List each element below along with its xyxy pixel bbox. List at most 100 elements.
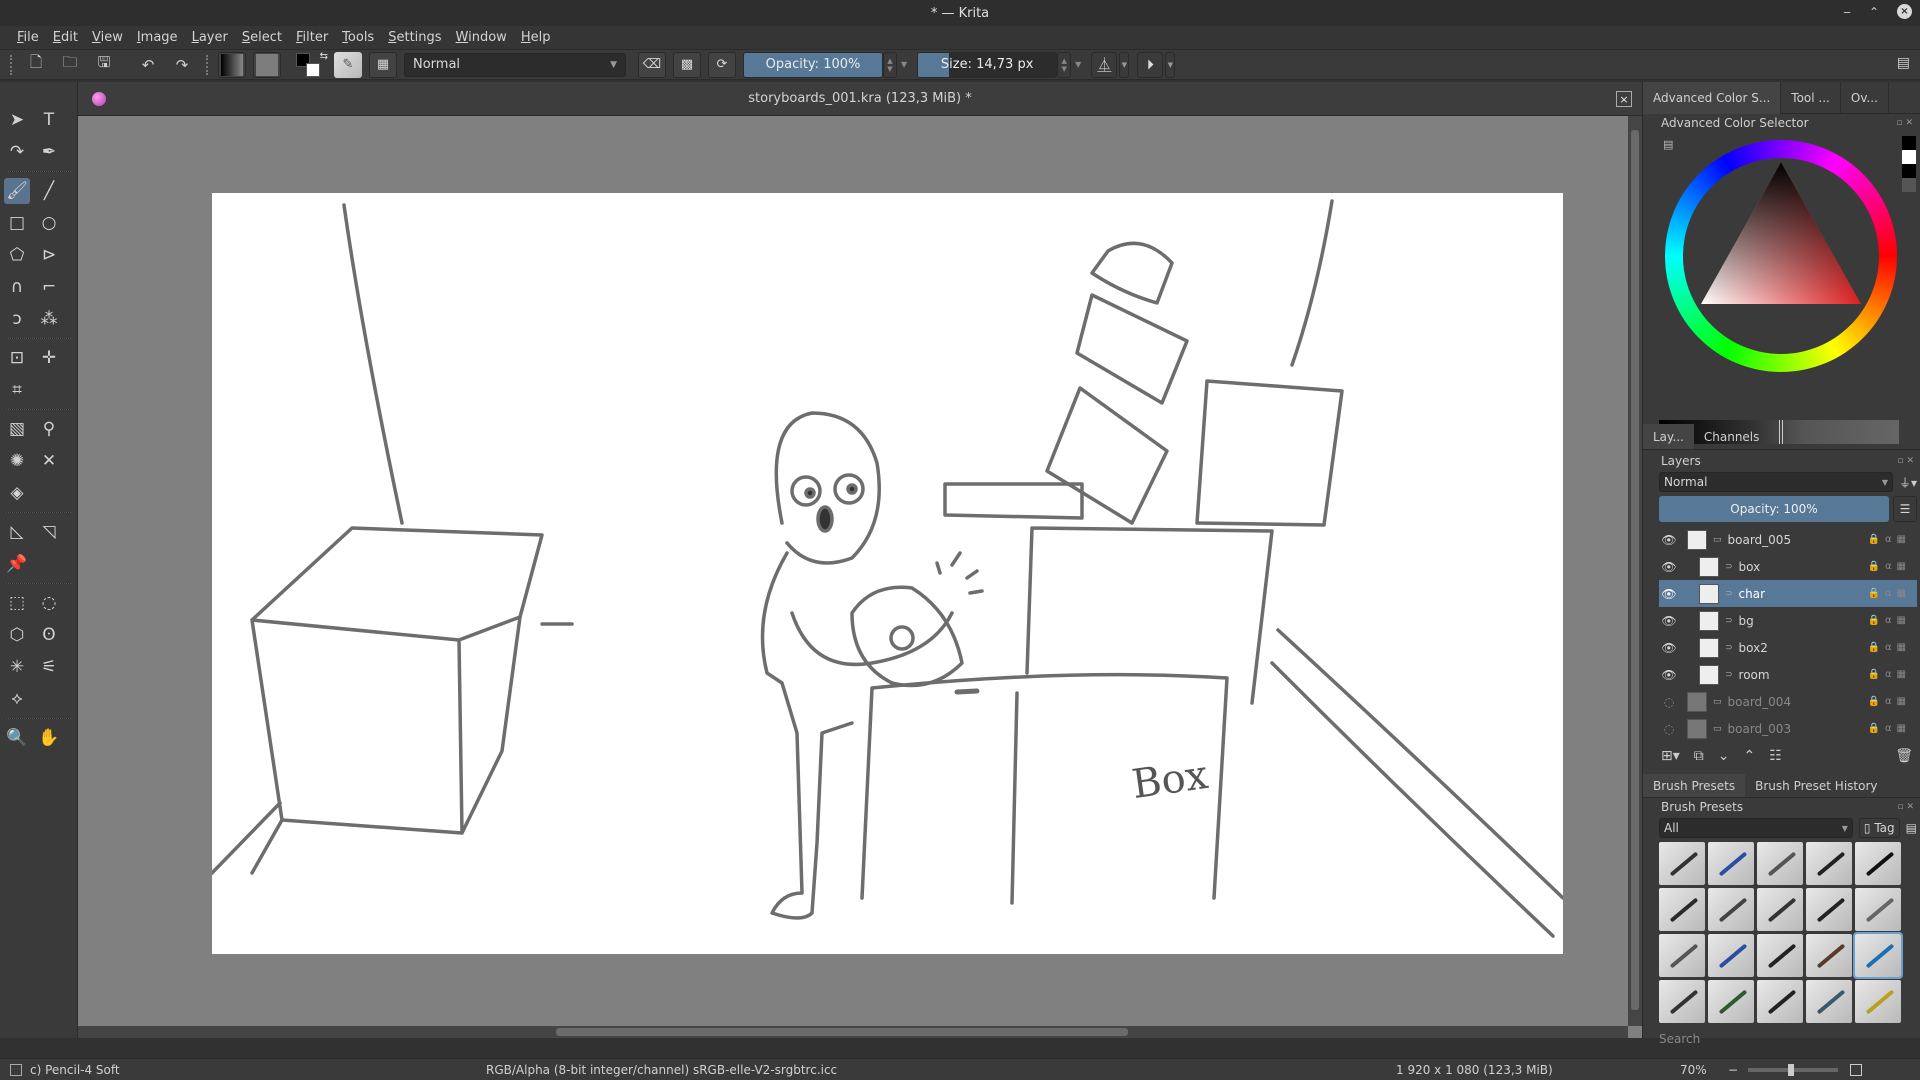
pattern-swatch-icon[interactable] xyxy=(253,51,281,78)
layer-lock-alpha-icons[interactable]: 🔒α▦ xyxy=(1868,696,1918,707)
eye-icon[interactable]: 👁 xyxy=(1659,587,1679,601)
fill-tool-icon[interactable]: ◈ xyxy=(4,480,30,506)
toolbar-grip-2[interactable] xyxy=(206,54,210,75)
advanced-color-selector[interactable]: ▤ xyxy=(1659,132,1916,444)
polyline-tool-icon[interactable]: ⊳ xyxy=(36,242,62,268)
gradient-tool-icon[interactable]: ▧ xyxy=(4,416,30,442)
eye-icon[interactable]: 👁 xyxy=(1659,560,1679,574)
alpha-lock-icon[interactable]: ▩ xyxy=(673,51,701,78)
menu-view[interactable]: View xyxy=(85,30,130,45)
select-shapes-tool-icon[interactable]: ➤ xyxy=(4,107,30,133)
layer-lock-alpha-icons[interactable]: 🔒α▦ xyxy=(1868,588,1918,599)
tab-channels[interactable]: Channels xyxy=(1694,424,1770,449)
polygonal-selection-tool-icon[interactable]: ⬡ xyxy=(4,622,30,648)
opacity-slider[interactable]: Opacity: 100% xyxy=(743,51,883,78)
move-layer-down-icon[interactable]: ⌄ xyxy=(1718,748,1730,764)
multibrush-tool-icon[interactable]: ⁂ xyxy=(36,306,62,332)
brush-preset-item[interactable] xyxy=(1806,980,1852,1023)
layer-filter-icon[interactable]: ⏚▾ xyxy=(1899,474,1917,491)
panel-float-close-icon[interactable]: ▫✕ xyxy=(1896,118,1916,128)
brush-preset-item[interactable] xyxy=(1708,934,1754,977)
eye-hidden-icon[interactable]: ◌ xyxy=(1659,722,1679,736)
layer-opacity-slider[interactable]: Opacity: 100% xyxy=(1659,496,1889,522)
add-layer-icon[interactable]: ⊞▾ xyxy=(1661,748,1680,764)
delete-layer-icon[interactable]: 🗑 xyxy=(1895,748,1913,764)
duplicate-layer-icon[interactable]: ⧉ xyxy=(1694,748,1704,764)
line-tool-icon[interactable]: ╱ xyxy=(36,178,62,204)
brush-tag-button[interactable]: ▯ Tag xyxy=(1858,818,1900,838)
measure-tool-icon[interactable]: ◹ xyxy=(36,519,62,545)
tab-advanced-color-selector[interactable]: Advanced Color S... xyxy=(1643,81,1782,114)
swap-colors-icon[interactable]: ⇆ xyxy=(320,51,328,62)
layer-row[interactable]: 👁 ▭ board_005 🔒α▦ xyxy=(1659,526,1917,553)
saturation-triangle[interactable] xyxy=(1665,140,1897,372)
dynamic-brush-tool-icon[interactable]: ↄ xyxy=(4,306,30,332)
size-spinner[interactable]: ▲ ▼ xyxy=(1057,51,1072,78)
restore-button[interactable]: ⌃ xyxy=(1869,5,1879,19)
brush-preset-item[interactable] xyxy=(1757,980,1803,1023)
horizontal-scrollbar[interactable] xyxy=(78,1026,1628,1038)
toolbar-grip[interactable] xyxy=(10,54,14,75)
crop-tool-icon[interactable]: ⌗ xyxy=(4,377,30,403)
move-layer-up-icon[interactable]: ⌃ xyxy=(1744,748,1756,764)
layer-lock-alpha-icons[interactable]: 🔒α▦ xyxy=(1868,642,1918,653)
layer-row[interactable]: 👁 ⊃ box2 🔒α▦ xyxy=(1659,634,1917,661)
zoom-slider[interactable] xyxy=(1748,1063,1839,1076)
layer-lock-alpha-icons[interactable]: 🔒α▦ xyxy=(1868,561,1918,572)
zoom-level[interactable]: 70% xyxy=(1680,1063,1720,1077)
rectangle-tool-icon[interactable]: □ xyxy=(4,210,30,236)
close-document-icon[interactable]: × xyxy=(1616,91,1632,107)
size-options-icon[interactable]: ▼ xyxy=(1075,60,1081,69)
layer-lock-alpha-icons[interactable]: 🔒α▦ xyxy=(1868,669,1918,680)
rectangular-selection-tool-icon[interactable]: ⬚ xyxy=(4,590,30,616)
eye-hidden-icon[interactable]: ◌ xyxy=(1659,695,1679,709)
eye-icon[interactable]: 👁 xyxy=(1659,668,1679,682)
brush-preset-item[interactable] xyxy=(1757,842,1803,885)
layer-lock-alpha-icons[interactable]: 🔒α▦ xyxy=(1868,534,1918,545)
brush-preset-item[interactable] xyxy=(1659,980,1705,1023)
brush-preset-item[interactable] xyxy=(1757,934,1803,977)
new-document-icon[interactable]: 🗋 xyxy=(22,53,50,77)
hue-wheel[interactable] xyxy=(1665,140,1897,372)
eye-icon[interactable]: 👁 xyxy=(1659,641,1679,655)
brush-preset-item[interactable] xyxy=(1806,934,1852,977)
layer-row[interactable]: ◌ ▭ board_003 🔒α▦ xyxy=(1659,715,1917,742)
layer-row[interactable]: 👁 ⊃ room 🔒α▦ xyxy=(1659,661,1917,688)
brush-preset-item[interactable] xyxy=(1659,934,1705,977)
menu-image[interactable]: Image xyxy=(130,30,185,45)
tab-tool-options[interactable]: Tool ... xyxy=(1781,81,1841,114)
text-tool-icon[interactable]: T xyxy=(36,107,62,133)
mirror-vertical-icon[interactable]: ⏵ xyxy=(1137,51,1164,78)
ellipse-tool-icon[interactable]: ○ xyxy=(36,210,62,236)
menu-edit[interactable]: Edit xyxy=(46,30,85,45)
opacity-options-icon[interactable]: ▼ xyxy=(901,60,907,69)
foreground-background-color-icon[interactable]: ⇆ xyxy=(294,51,328,79)
menu-file[interactable]: File xyxy=(10,30,46,45)
menu-layer[interactable]: Layer xyxy=(185,30,235,45)
color-picker-tool-icon[interactable]: ⚲ xyxy=(36,416,62,442)
assistant-tool-icon[interactable]: ◺ xyxy=(4,519,30,545)
reference-images-tool-icon[interactable]: 📌 xyxy=(4,551,30,577)
background-color[interactable] xyxy=(306,62,320,77)
brush-view-options-icon[interactable]: ▤ xyxy=(1906,821,1917,835)
zoom-fit-icon[interactable] xyxy=(1850,1063,1863,1076)
layer-lock-alpha-icons[interactable]: 🔒α▦ xyxy=(1868,615,1918,626)
mirror-horizontal-icon[interactable]: ⏅ xyxy=(1091,51,1118,78)
menu-filter[interactable]: Filter xyxy=(289,30,335,45)
color-space-info[interactable]: RGB/Alpha (8-bit integer/channel) sRGB-e… xyxy=(486,1063,1396,1077)
color-history-swatches[interactable] xyxy=(1902,136,1916,192)
layer-blend-mode-select[interactable]: Normal ▼ xyxy=(1659,472,1893,492)
horizontal-scroll-thumb[interactable] xyxy=(556,1028,1128,1036)
brush-preset-item[interactable] xyxy=(1708,980,1754,1023)
zoom-slider-knob[interactable] xyxy=(1788,1063,1795,1076)
pan-tool-icon[interactable]: ✋ xyxy=(36,725,62,751)
tab-layers[interactable]: Lay... xyxy=(1643,424,1694,449)
layer-lock-alpha-icons[interactable]: 🔒α▦ xyxy=(1868,723,1918,734)
similar-color-selection-tool-icon[interactable]: ⚟ xyxy=(36,654,62,680)
colorize-mask-tool-icon[interactable]: ✺ xyxy=(4,448,30,474)
menu-select[interactable]: Select xyxy=(235,30,289,45)
gradient-swatch-icon[interactable] xyxy=(218,51,246,78)
brush-preset-item[interactable] xyxy=(1855,842,1901,885)
zoom-tool-icon[interactable]: 🔍 xyxy=(4,725,30,751)
save-icon[interactable]: 🖫 xyxy=(90,53,118,77)
